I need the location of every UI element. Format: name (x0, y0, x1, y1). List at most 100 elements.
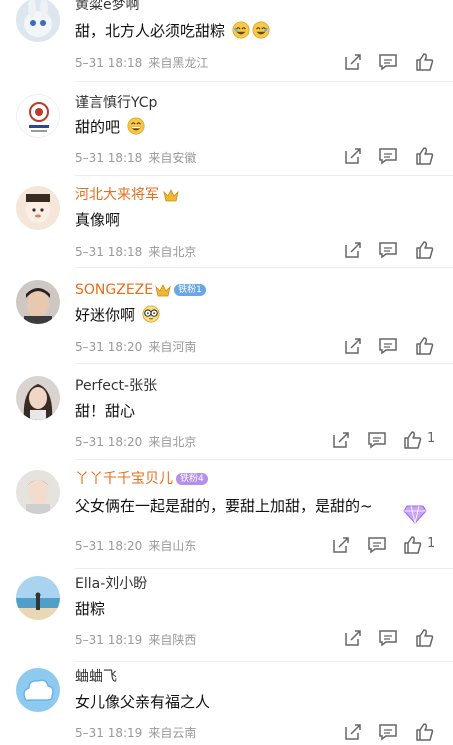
reply-button[interactable] (367, 430, 387, 450)
reply-button[interactable] (378, 240, 398, 260)
share-icon (345, 724, 361, 740)
comment-time: 5–31 18:19 (75, 726, 143, 740)
comment-location: 来自安徽 (148, 151, 197, 165)
comment-icon (379, 54, 397, 71)
comment-location: 来自山东 (148, 539, 197, 553)
comment-icon (379, 338, 397, 355)
share-button[interactable] (331, 535, 351, 555)
avatar[interactable] (16, 186, 60, 230)
comment-time: 5–31 18:19 (75, 633, 143, 647)
reply-button[interactable] (378, 722, 398, 742)
username[interactable]: 黄粱e梦啊 (75, 0, 140, 14)
thumbs-up-icon (416, 241, 434, 259)
comment-location: 来自陕西 (148, 633, 197, 647)
share-button[interactable] (343, 722, 363, 742)
comment-meta: 5–31 18:18 来自北京 (75, 244, 202, 260)
avatar[interactable] (16, 576, 60, 620)
laughing-emoji-icon (252, 21, 270, 39)
comment-time: 5–31 18:20 (75, 340, 143, 354)
like-button[interactable] (415, 336, 435, 356)
comment-time: 5–31 18:18 (75, 56, 143, 70)
comment-item: 黄粱e梦啊 甜，北方人必须吃甜粽 5–31 18:18 来自黑龙江 (0, 0, 453, 82)
comment-actions (343, 722, 443, 742)
reply-button[interactable] (378, 146, 398, 166)
thumbs-up-icon (416, 147, 434, 165)
comment-icon (379, 242, 397, 259)
share-button[interactable] (343, 52, 363, 72)
avatar[interactable] (16, 94, 60, 138)
comment-meta: 5–31 18:19 来自云南 (75, 725, 202, 741)
thumbs-up-icon (416, 337, 434, 355)
username[interactable]: 谨言慎行YCp (75, 94, 157, 112)
comment-text: 甜的吧 (75, 117, 145, 137)
username[interactable]: SONGZEZE 铁粉1 (75, 281, 206, 299)
comment-text: 好迷你啊 (75, 305, 160, 325)
like-count: 1 (427, 431, 436, 446)
reply-button[interactable] (367, 535, 387, 555)
comment-item: SONGZEZE 铁粉1 好迷你啊 5–31 18:20 来自河南 (0, 268, 453, 364)
comment-item: 谨言慎行YCp 甜的吧 5–31 18:18 来自安徽 (0, 82, 453, 176)
username[interactable]: 丫丫千千宝贝儿 铁粉4 (75, 470, 208, 488)
thumbs-up-icon (416, 629, 434, 647)
like-button[interactable] (415, 722, 435, 742)
thumbs-up-icon (416, 53, 434, 71)
avatar[interactable] (16, 0, 60, 42)
avatar[interactable] (16, 376, 60, 420)
comment-item: 丫丫千千宝贝儿 铁粉4 父女俩在一起是甜的，要甜上加甜，是甜的~ 5–31 18:… (0, 460, 453, 570)
comment-text: 甜！甜心 (75, 402, 136, 420)
comment-time: 5–31 18:18 (75, 245, 143, 259)
comment-actions (343, 628, 443, 648)
comment-time: 5–31 18:20 (75, 539, 143, 553)
like-button[interactable] (415, 52, 435, 72)
thumbs-up-icon (416, 723, 434, 741)
comment-meta: 5–31 18:18 来自黑龙江 (75, 55, 214, 71)
comment-location: 来自北京 (148, 245, 197, 259)
share-button[interactable] (343, 336, 363, 356)
share-icon (345, 338, 361, 354)
comment-time: 5–31 18:20 (75, 435, 143, 449)
comment-item: 河北大来将军 真像啊 5–31 18:18 来自北京 (0, 176, 453, 268)
comment-icon (368, 432, 386, 449)
share-icon (333, 432, 349, 448)
username[interactable]: Perfect-张张 (75, 377, 157, 395)
comment-text: 甜，北方人必须吃甜粽 (75, 21, 270, 41)
share-button[interactable] (343, 146, 363, 166)
fan-badge: 铁粉4 (176, 473, 208, 485)
comment-actions: 1 (331, 430, 443, 450)
reply-button[interactable] (378, 628, 398, 648)
like-count: 1 (427, 536, 436, 551)
comment-text: 女儿像父亲有福之人 (75, 693, 211, 711)
share-button[interactable] (343, 628, 363, 648)
grinning-emoji-icon (127, 117, 145, 135)
avatar[interactable] (16, 668, 60, 712)
reply-button[interactable] (378, 336, 398, 356)
like-button[interactable] (403, 430, 423, 450)
username[interactable]: 河北大来将军 (75, 186, 179, 204)
reply-button[interactable] (378, 52, 398, 72)
like-button[interactable] (415, 628, 435, 648)
avatar[interactable] (16, 470, 60, 514)
share-button[interactable] (331, 430, 351, 450)
comment-meta: 5–31 18:18 来自安徽 (75, 150, 202, 166)
comment-item: Perfect-张张 甜！甜心 5–31 18:20 来自北京 1 (0, 364, 453, 460)
share-icon (345, 242, 361, 258)
comment-actions (343, 146, 443, 166)
comment-actions (343, 52, 443, 72)
thumbs-up-icon (404, 431, 422, 449)
share-icon (345, 630, 361, 646)
comment-text: 父女俩在一起是甜的，要甜上加甜，是甜的~ (75, 497, 373, 515)
comment-time: 5–31 18:18 (75, 151, 143, 165)
share-button[interactable] (343, 240, 363, 260)
comment-icon (379, 724, 397, 741)
avatar[interactable] (16, 280, 60, 324)
comment-location: 来自黑龙江 (148, 56, 209, 70)
comment-icon (368, 537, 386, 554)
comment-meta: 5–31 18:20 来自山东 (75, 538, 202, 554)
username[interactable]: 蛐蛐飞 (75, 668, 117, 686)
like-button[interactable] (403, 535, 423, 555)
like-button[interactable] (415, 146, 435, 166)
share-icon (333, 537, 349, 553)
like-button[interactable] (415, 240, 435, 260)
comment-location: 来自河南 (148, 340, 197, 354)
username[interactable]: Ella-刘小盼 (75, 575, 147, 593)
